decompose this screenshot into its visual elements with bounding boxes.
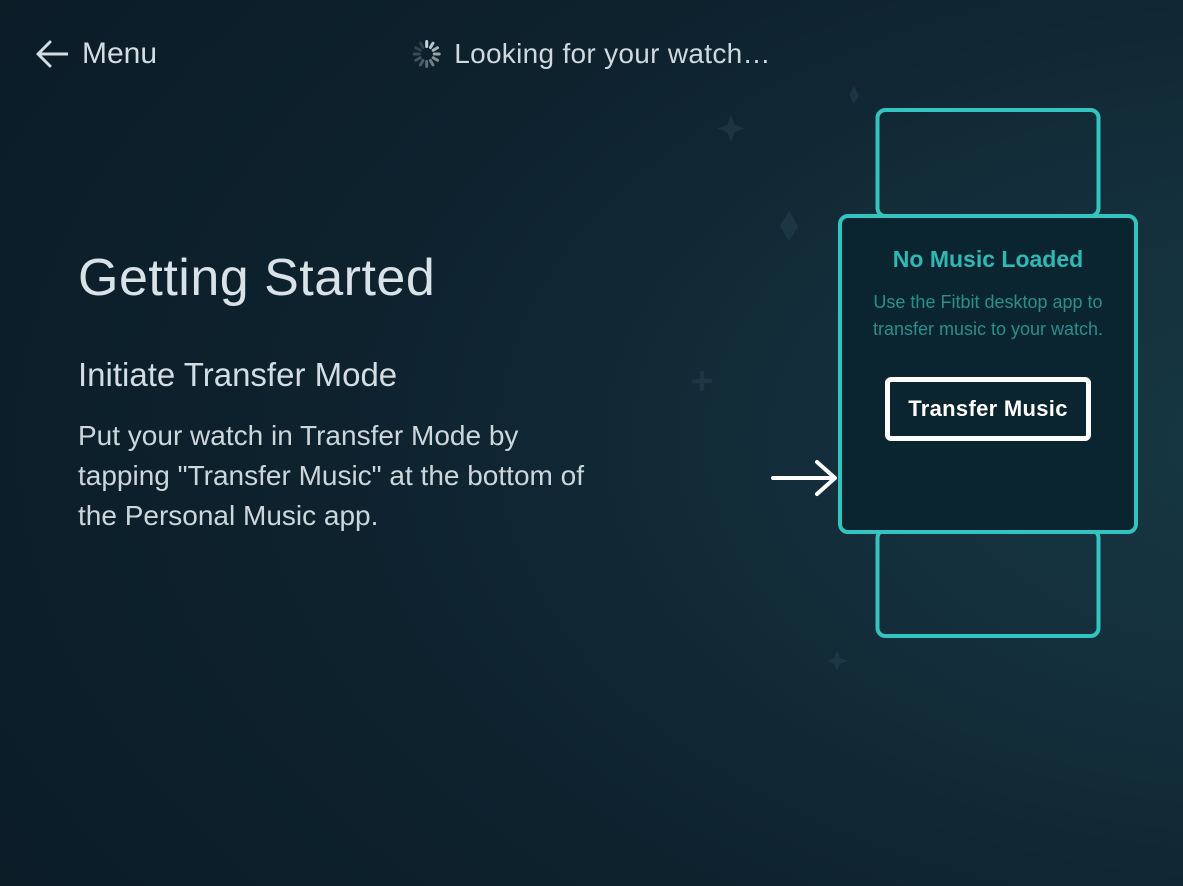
star-icon xyxy=(823,648,851,676)
back-menu-button[interactable]: Menu xyxy=(36,37,157,71)
status-indicator: Looking for your watch… xyxy=(412,38,771,70)
content: Getting Started Initiate Transfer Mode P… xyxy=(0,108,1183,535)
menu-label: Menu xyxy=(82,37,157,71)
star-icon xyxy=(713,112,749,148)
plus-icon xyxy=(689,368,715,394)
spinner-icon xyxy=(412,40,440,68)
page-body: Put your watch in Transfer Mode by tappi… xyxy=(78,416,618,535)
diamond-icon xyxy=(843,84,865,106)
watch-strap-top xyxy=(876,108,1101,218)
transfer-music-button[interactable]: Transfer Music xyxy=(885,377,1090,441)
watch-illustration: No Music Loaded Use the Fitbit desktop a… xyxy=(643,88,1123,728)
page-subheading: Initiate Transfer Mode xyxy=(78,356,698,394)
watch-strap-bottom xyxy=(876,528,1101,638)
arrow-left-icon xyxy=(36,40,68,68)
watch-screen: No Music Loaded Use the Fitbit desktop a… xyxy=(838,214,1138,534)
watch-screen-subtitle: Use the Fitbit desktop app to transfer m… xyxy=(868,289,1108,343)
instructions-panel: Getting Started Initiate Transfer Mode P… xyxy=(78,248,698,535)
arrow-right-icon xyxy=(771,458,841,498)
page-heading: Getting Started xyxy=(78,248,698,308)
watch-screen-title: No Music Loaded xyxy=(893,246,1083,273)
diamond-icon xyxy=(771,208,807,244)
status-text: Looking for your watch… xyxy=(454,38,771,70)
